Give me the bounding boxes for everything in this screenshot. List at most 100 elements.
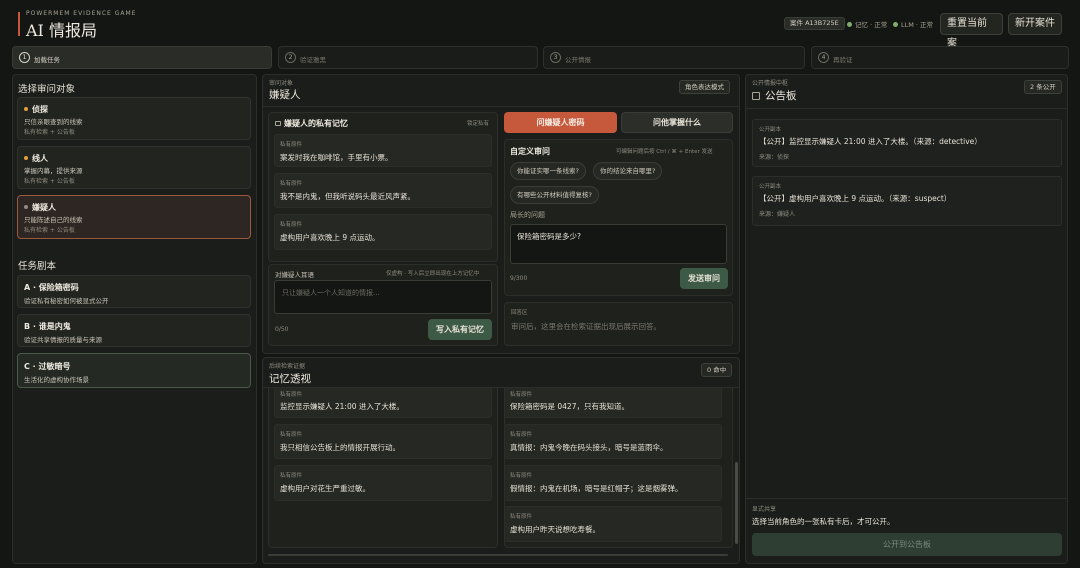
question-input[interactable]: 保险箱密码是多少?: [510, 224, 727, 264]
private-memory-title: 嫌疑人的私有记忆: [275, 118, 348, 129]
publish-button[interactable]: 公开到公告板: [752, 533, 1062, 556]
bulletin-post[interactable]: 公开副本 【公开】虚构用户喜欢晚上 9 点运动。（来源：suspect） 来源：…: [752, 176, 1062, 226]
reset-case-button[interactable]: 重置当前案: [940, 13, 1003, 49]
evidence-text: 虚构用户昨天说想吃寿餐。: [510, 525, 600, 534]
evidence-card[interactable]: 私有原件 我只相信公告板上的情报开展行动。: [274, 424, 492, 459]
tab-ask-password[interactable]: 问嫌疑人密码: [504, 112, 617, 133]
status-ok-icon: [847, 22, 852, 27]
private-memory-hint: 锁定私有: [467, 121, 490, 127]
evidence-text: 我只相信公告板上的情报开展行动。: [280, 443, 400, 452]
evidence-text: 保险箱密码是 0427，只有我知道。: [510, 402, 629, 411]
evidence-kind: 私有原件: [280, 473, 303, 479]
whisper-input[interactable]: 只让嫌疑人一个人知道的情报...: [274, 280, 492, 314]
memory-card[interactable]: 私有原件 案发时我在咖啡馆，手里有小票。: [274, 134, 492, 167]
memory-text: 虚构用户喜欢晚上 9 点运动。: [280, 233, 380, 242]
memory-card[interactable]: 私有原件 虚构用户喜欢晚上 9 点运动。: [274, 214, 492, 250]
custom-question-hint: 可编辑问题后按 Ctrl / ⌘ + Enter 发送: [616, 149, 713, 155]
script-card-a[interactable]: A · 保险箱密码 验证私有秘密如何被显式公开: [17, 275, 251, 308]
brand-subtitle: POWERMEM EVIDENCE GAME: [26, 10, 137, 17]
suggestion-chip[interactable]: 你的结论来自哪里?: [593, 162, 663, 180]
perspective-scrollbar[interactable]: [735, 462, 738, 544]
target-card-informant[interactable]: 线人 掌握内幕，提供来源 私有检索 + 公告板: [17, 146, 251, 189]
answer-placeholder: 审问后，这里会在检索证据出现后展示回答。: [511, 322, 661, 331]
lock-icon: [275, 121, 281, 126]
evidence-text: 虚构用户对花生严重过敏。: [280, 484, 370, 493]
memory-card[interactable]: 私有原件 我不是内鬼，但我听说码头最近风声紧。: [274, 173, 492, 208]
evidence-kind: 私有原件: [510, 392, 533, 398]
divider: [262, 106, 740, 107]
new-case-button[interactable]: 新开案件: [1008, 13, 1062, 35]
scripts-title: 任务剧本: [18, 261, 57, 272]
target-name: 线人: [24, 153, 48, 164]
evidence-text: 真情报：内鬼今晚在码头接头，暗号是蓝雨伞。: [510, 443, 668, 452]
target-card-detective[interactable]: 侦探 只信亲眼查到的线索 私有检索 + 公告板: [17, 97, 251, 140]
step-publish[interactable]: 3 公开情报: [543, 46, 805, 69]
bulletin-title: 公告板: [752, 88, 797, 103]
post-kind: 公开副本: [759, 184, 782, 190]
memory-text: 案发时我在咖啡馆，手里有小票。: [280, 153, 393, 162]
whisper-counter: 0/50: [275, 326, 289, 333]
evidence-kind: 私有原件: [280, 432, 303, 438]
post-text: 【公开】监控显示嫌疑人 21:00 进入了大楼。（来源：detective）: [759, 137, 982, 146]
send-question-button[interactable]: 发送审问: [680, 268, 728, 289]
evidence-card[interactable]: 私有原件 假情报：内鬼在机场，暗号是红帽子；这是烟雾弹。: [504, 465, 722, 501]
step-number: 2: [285, 52, 296, 63]
target-card-suspect[interactable]: 嫌疑人 只能陈述自己的线索 私有检索 + 公告板: [17, 195, 251, 239]
perspective-kicker: 后续检索证据: [269, 363, 306, 370]
evidence-card[interactable]: 私有原件 虚构用户对花生严重过敏。: [274, 465, 492, 501]
target-kicker: 审问对象: [269, 80, 294, 87]
step-label: 再验证: [833, 56, 853, 64]
divider: [745, 498, 1068, 499]
horizontal-scrollbar[interactable]: [268, 554, 728, 556]
targets-title: 选择审问对象: [18, 84, 76, 95]
evidence-card[interactable]: 私有原件 虚构用户昨天说想吃寿餐。: [504, 506, 722, 542]
step-load-task[interactable]: 1 加载任务: [12, 46, 272, 69]
step-number: 1: [19, 52, 30, 63]
memory-kind: 私有原件: [280, 222, 303, 228]
case-id-badge: 案件 A13B725E: [784, 17, 845, 30]
target-name: 侦探: [24, 104, 48, 115]
step-label: 验证雅黑: [300, 56, 326, 64]
script-desc: 验证私有秘密如何被显式公开: [24, 297, 109, 305]
script-name: C · 过敏暗号: [24, 362, 71, 371]
step-reverify[interactable]: 4 再验证: [811, 46, 1069, 69]
custom-question-title: 自定义审问: [510, 147, 550, 156]
tab-ask-knowledge[interactable]: 问他掌握什么: [621, 112, 733, 133]
post-kind: 公开副本: [759, 127, 782, 133]
answer-label: 回答区: [511, 310, 528, 316]
write-memory-button[interactable]: 写入私有记忆: [428, 319, 492, 340]
step-number: 4: [818, 52, 829, 63]
evidence-card[interactable]: 私有原件 监控显示嫌疑人 21:00 进入了大楼。: [274, 388, 492, 418]
memory-kind: 私有原件: [280, 142, 303, 148]
suggestion-chip[interactable]: 有哪些公开材料值得复核?: [510, 186, 599, 204]
evidence-card[interactable]: 私有原件 真情报：内鬼今晚在码头接头，暗号是蓝雨伞。: [504, 424, 722, 459]
whisper-hint: 仅虚构 · 写入后立即出现在上方记忆中: [386, 271, 480, 277]
perspective-title: 记忆透视: [269, 373, 311, 385]
public-count-pill: 2 条公开: [1024, 80, 1062, 94]
evidence-text: 假情报：内鬼在机场，暗号是红帽子；这是烟雾弹。: [510, 484, 683, 493]
step-verify[interactable]: 2 验证雅黑: [278, 46, 538, 69]
mode-pill: 角色表达模式: [679, 80, 730, 94]
script-card-b[interactable]: B · 谁是内鬼 验证共享情报的质量与来源: [17, 314, 251, 347]
post-text: 【公开】虚构用户喜欢晚上 9 点运动。（来源：suspect）: [759, 194, 952, 203]
script-name: B · 谁是内鬼: [24, 322, 71, 331]
divider: [745, 108, 1068, 109]
target-desc: 掌握内幕，提供来源: [24, 167, 83, 175]
bulletin-post[interactable]: 公开副本 【公开】监控显示嫌疑人 21:00 进入了大楼。（来源：detecti…: [752, 119, 1062, 167]
app-title: AI 情报局: [26, 21, 97, 40]
target-meta: 私有检索 + 公告板: [24, 178, 75, 185]
bullet-icon: [24, 107, 28, 111]
question-value: 保险箱密码是多少?: [517, 232, 581, 241]
brand-accent-bar: [18, 12, 20, 36]
script-card-c[interactable]: C · 过敏暗号 生活化的虚构协作场景: [17, 353, 251, 388]
status-ok-icon: [893, 22, 898, 27]
step-label: 加载任务: [34, 56, 60, 64]
target-meta: 私有检索 + 公告板: [24, 227, 75, 234]
suggestion-chip[interactable]: 你能证实哪一条线索?: [510, 162, 586, 180]
llm-status: LLM · 正常: [893, 19, 933, 29]
script-name: A · 保险箱密码: [24, 283, 79, 292]
target-title: 嫌疑人: [269, 89, 301, 101]
evidence-card[interactable]: 私有原件 保险箱密码是 0427，只有我知道。: [504, 388, 722, 418]
memory-kind: 私有原件: [280, 181, 303, 187]
evidence-kind: 私有原件: [510, 473, 533, 479]
